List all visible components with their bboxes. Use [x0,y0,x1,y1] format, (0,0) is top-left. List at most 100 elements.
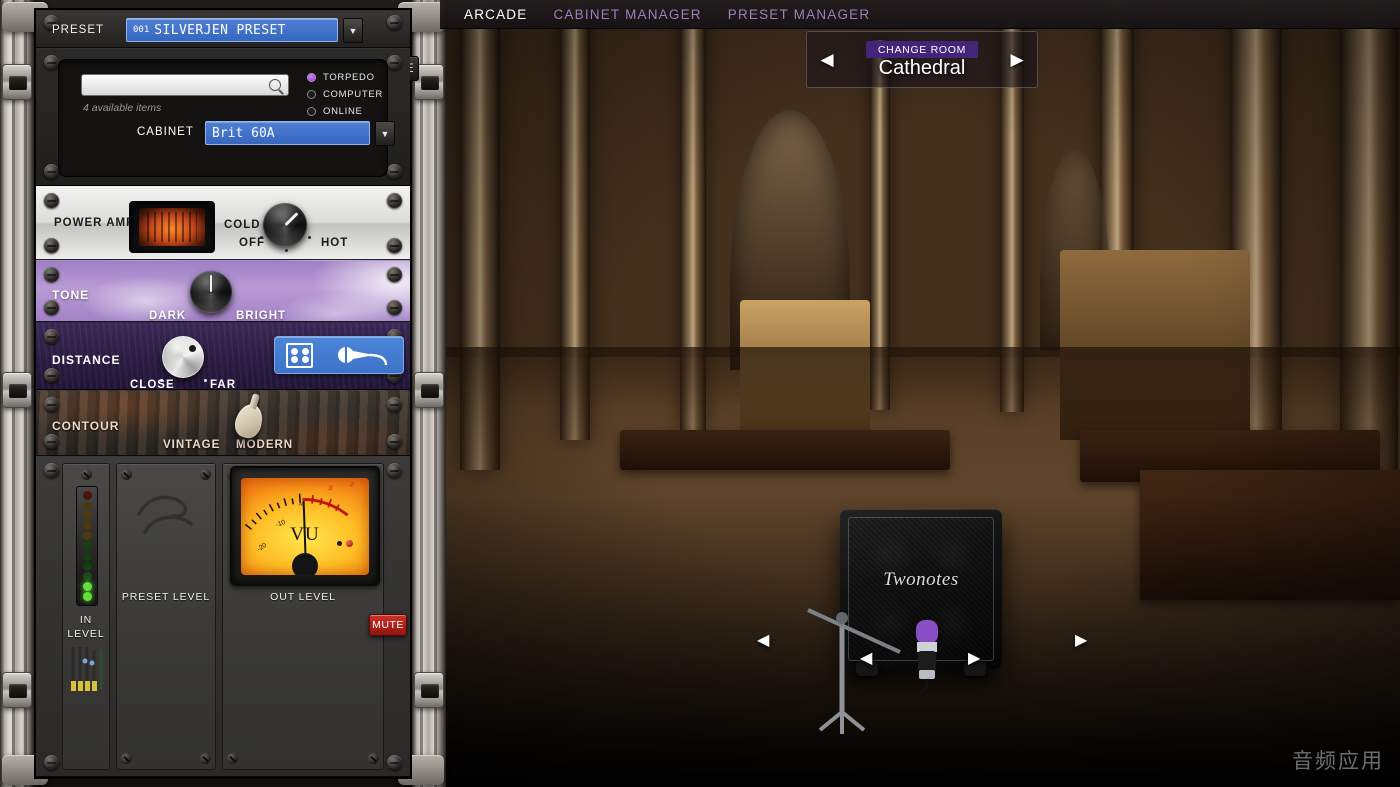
panel-screw [387,193,402,208]
tone-bright-label: BRIGHT [236,310,287,322]
room-prev-arrow[interactable]: ◀ [807,50,847,70]
cabinet-move-right-arrow[interactable]: ▶ [1075,630,1087,650]
radio-computer-label: COMPUTER [323,89,383,100]
top-navigation: ARCADE CABINET MANAGER PRESET MANAGER [440,0,1400,29]
preset-level-label: PRESET LEVEL [121,591,211,603]
cabinet-value: Brit 60A [212,125,275,141]
power-amp-label: POWER AMP [54,217,135,229]
distance-label: DISTANCE [52,353,121,367]
change-room-control: ◀ CHANGE ROOM Cathedral ▶ [806,31,1038,88]
contour-label: CONTOUR [52,419,120,433]
vu-tick--20: -20 [256,542,268,553]
mixer-panel: IN LEVEL PRESET LEVEL OUT LEVEL -20 -10 … [36,456,410,777]
radio-online-icon [307,107,316,116]
panel-screw [44,397,59,412]
room-display: CHANGE ROOM Cathedral [847,40,997,80]
panel-screw [44,329,59,344]
vu-tick--10: -10 [275,519,287,529]
panel-screw [44,300,59,315]
cable-graphic [71,647,103,691]
tone-label: TONE [52,288,90,302]
contour-panel: CONTOUR VINTAGE MODERN [36,390,410,456]
panel-screw [387,238,402,253]
case-latch[interactable] [2,64,32,100]
panel-screw [387,300,402,315]
search-input[interactable] [81,74,289,96]
radio-torpedo-icon [307,73,316,82]
input-led-meter [76,486,98,606]
tone-panel: TONE DARK BRIGHT [36,260,410,322]
watermark: 音频应用 [1292,749,1384,773]
cabinet-select[interactable]: Brit 60A [205,121,370,145]
panel-screw [387,397,402,412]
preset-select[interactable]: 001 SILVERJEN PRESET [126,18,338,42]
available-items-count: 4 available items [83,102,162,114]
power-amp-knob[interactable] [263,203,307,247]
case-rail-left [0,0,34,787]
tube-window [129,201,215,253]
rack-flight-case: PRESET 001 SILVERJEN PRESET ▼ SAVE 4 ava… [0,0,446,787]
vu-tick-2: 2 [349,481,355,489]
microphone[interactable] [900,618,960,698]
vu-meter: VU [230,466,380,586]
case-latch[interactable] [2,672,32,708]
source-radio-group: TORPEDO COMPUTER ONLINE [307,72,383,123]
room-next-arrow[interactable]: ▶ [997,50,1037,70]
panel-screw [387,55,402,70]
panel-screw [387,164,402,179]
mic-move-left-arrow[interactable]: ◀ [860,648,872,668]
nav-item-arcade[interactable]: ARCADE [464,7,527,22]
panel-screw [387,463,402,478]
source-view-toggle[interactable] [274,336,404,374]
contour-modern-label: MODERN [236,439,294,451]
vu-indicator-dark [337,541,342,546]
panel-screw [44,267,59,282]
case-latch[interactable] [414,372,444,408]
power-amp-off-label: OFF [239,237,265,249]
preset-label: PRESET [52,24,105,36]
power-amp-hot-label: HOT [321,237,349,249]
nav-item-cabinet-manager[interactable]: CABINET MANAGER [553,7,701,22]
radio-torpedo-label: TORPEDO [323,72,375,83]
panel-screw [387,755,402,770]
case-latch[interactable] [2,372,32,408]
source-option-online[interactable]: ONLINE [307,106,383,117]
panel-screw [44,55,59,70]
nav-item-preset-manager[interactable]: PRESET MANAGER [728,7,871,22]
in-level-column: IN LEVEL [62,463,110,770]
rack-interior: PRESET 001 SILVERJEN PRESET ▼ SAVE 4 ava… [34,8,419,779]
vu-meter-face: VU [241,478,369,575]
mic-move-right-arrow[interactable]: ▶ [968,648,980,668]
preset-level-column: PRESET LEVEL [116,463,216,770]
twonotes-emboss-logo [137,495,193,534]
vu-pivot [292,553,318,575]
radio-online-label: ONLINE [323,106,363,117]
source-option-torpedo[interactable]: TORPEDO [307,72,383,83]
contour-vintage-label: VINTAGE [163,439,221,451]
panel-screw [387,15,402,30]
panel-screw [44,238,59,253]
in-level-label-line1: IN [79,614,93,626]
tone-knob[interactable] [190,271,232,313]
distance-knob[interactable] [162,336,204,378]
panel-screw [44,368,59,383]
cabinet-move-left-arrow[interactable]: ◀ [757,630,769,650]
panel-screw [44,164,59,179]
case-rail-right [412,0,446,787]
cabinet-dropdown-arrow[interactable]: ▼ [375,121,395,146]
mute-button[interactable]: MUTE [369,614,407,636]
panel-screw [44,755,59,770]
panel-screw [387,267,402,282]
search-icon [269,79,281,91]
panel-screw [387,434,402,449]
power-amp-panel: POWER AMP COLD OFF HOT [36,186,410,260]
preset-number: 001 [133,24,150,35]
change-room-badge: CHANGE ROOM [865,40,979,58]
preset-dropdown-arrow[interactable]: ▼ [343,18,363,43]
power-amp-cold-label: COLD [224,219,261,231]
source-option-computer[interactable]: COMPUTER [307,89,383,100]
panel-screw [44,463,59,478]
room-name: Cathedral [878,56,966,79]
preset-panel: PRESET 001 SILVERJEN PRESET ▼ [36,10,410,48]
case-latch[interactable] [414,672,444,708]
